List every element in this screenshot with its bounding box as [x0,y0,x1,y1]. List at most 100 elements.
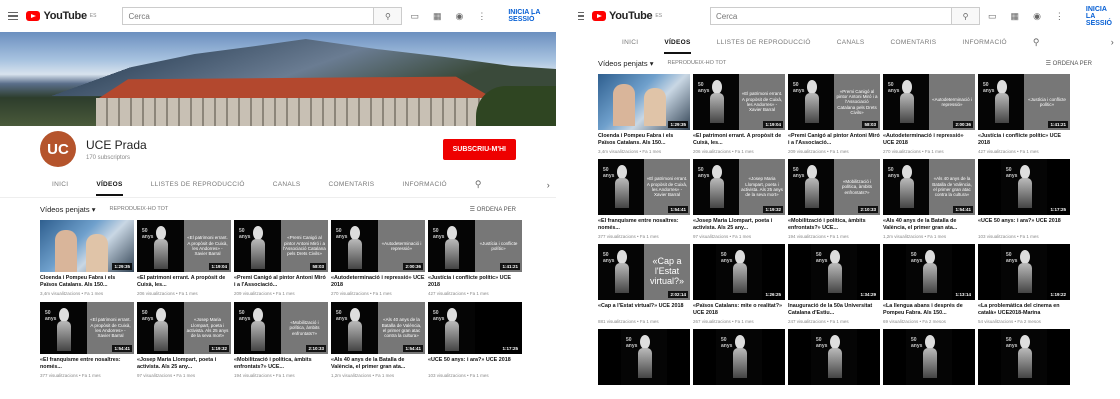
tab-comments[interactable]: COMENTARIS [891,39,937,46]
more-icon[interactable]: ⋮ [477,11,486,22]
video-thumbnail[interactable]: 50 anys «Premi Canigó al pintor Antoni Mir… [234,220,328,272]
search-input[interactable] [711,8,952,24]
channel-search-icon[interactable]: ⚲ [475,179,482,190]
video-thumbnail[interactable]: 50 anys «Premi Canigó al pintor Antoni Mir… [788,74,880,130]
video-thumbnail[interactable]: 50 anys «Autodeterminació i repressió» 2:00… [883,74,975,130]
tab-comments[interactable]: COMENTARIS [329,181,375,188]
play-all-link[interactable]: REPRODUEIX-HO TOT [109,206,168,212]
video-card[interactable]: 50 anys «El patrimoni errant. A propòsit d… [598,159,690,239]
tab-about[interactable]: INFORMACIÓ [402,181,447,188]
video-title[interactable]: «El franquisme entre nosaltres: només... [40,357,134,371]
video-thumbnail[interactable]: 50 anys «Cap a l'Estat virtual?» 2:02:14 [598,244,690,300]
video-card[interactable]: 50 anys «Als 40 anys de la Batalla de Valè… [883,159,975,239]
search-input[interactable] [123,8,374,24]
video-title[interactable]: «El patrimoni errant. A propòsit de Cuix… [137,275,231,289]
video-title[interactable]: «Països Catalans: mite o realitat?» UCE … [693,303,785,317]
video-thumbnail[interactable]: 50 anys [693,329,785,385]
video-title[interactable]: «Als 40 anys de la Batalla de València, … [883,218,975,232]
uploads-title[interactable]: Vídeos penjats ▾ [598,59,653,68]
avatar[interactable]: UC [40,131,76,167]
video-card[interactable]: 50 anys «Mobilització i política, àmbits e… [788,159,880,239]
sort-button[interactable]: ☰ ORDENA PER [470,206,516,213]
tab-videos[interactable]: VÍDEOS [664,31,691,54]
chat-icon[interactable]: ◉ [456,11,464,22]
video-thumbnail[interactable]: 50 anys 1:17:25 [428,302,522,354]
video-card[interactable]: 50 anys 1:34:29 Inauguració de la 50a Unive… [788,244,880,324]
menu-icon[interactable] [8,11,19,21]
video-title[interactable]: Cloenda i Pompeu Fabra i els Països Cata… [598,133,690,147]
video-card[interactable]: 50 anys [978,329,1070,385]
video-thumbnail[interactable]: 50 anys «El patrimoni errant. A propòsit d… [598,159,690,215]
video-thumbnail[interactable]: 50 anys «El patrimoni errant. A propòsit d… [137,220,231,272]
video-thumbnail[interactable]: 50 anys 1:19:22 [978,244,1070,300]
menu-icon[interactable] [578,11,585,21]
video-thumbnail[interactable]: 50 anys [978,329,1070,385]
video-card[interactable]: 50 anys «Josep Maria Llompart, poeta i act… [137,302,231,378]
search-button[interactable]: ⚲ [951,8,980,24]
video-thumbnail[interactable]: 50 anys «Josep Maria Llompart, poeta i act… [693,159,785,215]
video-title[interactable]: Inauguració de la 50a Universitat Catala… [788,303,880,317]
video-title[interactable]: «Premi Canigó al pintor Antoni Miró i a … [788,133,880,147]
video-thumbnail[interactable]: 50 anys [883,329,975,385]
chevron-right-icon[interactable]: › [1111,37,1114,47]
tab-videos[interactable]: VÍDEOS [96,173,123,196]
video-title[interactable]: «El franquisme entre nosaltres: només... [598,218,690,232]
apps-icon[interactable]: ▦ [433,11,442,22]
video-thumbnail[interactable]: 50 anys «El patrimoni errant. A propòsit d… [40,302,134,354]
video-thumbnail[interactable]: 50 anys «Justícia i conflicte polític» 1:41… [978,74,1070,130]
video-thumbnail[interactable]: 50 anys 1:34:29 [788,244,880,300]
video-title[interactable]: «La llengua abans i després de Pompeu Fa… [883,303,975,317]
video-card[interactable]: 50 anys «Justícia i conflicte polític» 1:41… [978,74,1070,154]
video-card[interactable]: 50 anys «Josep Maria Llompart, poeta i act… [693,159,785,239]
video-title[interactable]: «Mobilització i política, àmbits enfront… [788,218,880,232]
video-card[interactable]: 50 anys [788,329,880,385]
video-thumbnail[interactable]: 50 anys 1:26:25 [693,244,785,300]
sign-in-link[interactable]: INICIA LA SESSIÓ [508,9,548,23]
video-card[interactable]: 50 anys «Als 40 anys de la Batalla de Valè… [331,302,425,378]
tab-home[interactable]: INICI [622,39,638,46]
video-card[interactable]: 1:29:35 Cloenda i Pompeu Fabra i els Païs… [598,74,690,154]
video-card[interactable]: 50 anys [883,329,975,385]
video-thumbnail[interactable]: 50 anys «Mobilització i política, àmbits e… [788,159,880,215]
video-thumbnail[interactable]: 50 anys «El patrimoni errant. A propòsit d… [693,74,785,130]
video-thumbnail[interactable]: 50 anys «Mobilització i política, àmbits e… [234,302,328,354]
video-thumbnail[interactable]: 1:29:35 [598,74,690,130]
video-camera-icon[interactable]: ▭ [410,11,419,22]
video-card[interactable]: 50 anys 1:17:25 «UCE 50 anys: i ara?» UCE 2… [978,159,1070,239]
video-card[interactable]: 50 anys 1:19:22 «La problemàtica del cinema… [978,244,1070,324]
video-card[interactable]: 50 anys «El patrimoni errant. A propòsit d… [40,302,134,378]
video-card[interactable]: 50 anys «Autodeterminació i repressió» 2:00… [883,74,975,154]
video-title[interactable]: «Als 40 anys de la Batalla de València, … [331,357,425,371]
video-card[interactable]: 50 anys «Autodeterminació i repressió» 2:00… [331,220,425,296]
tab-home[interactable]: INICI [52,181,68,188]
video-title[interactable]: «Justícia i conflicte polític» UCE 2018 [978,133,1070,147]
video-title[interactable]: «La problemàtica del cinema en català» U… [978,303,1070,317]
sign-in-link[interactable]: INICIA LA SESSIÓ [1086,6,1112,27]
video-card[interactable]: 50 anys [693,329,785,385]
video-card[interactable]: 50 anys «Mobilització i política, àmbits e… [234,302,328,378]
video-card[interactable]: 1:29:35 Cloenda i Pompeu Fabra i els Païs… [40,220,134,296]
video-title[interactable]: «Autodeterminació i repressió» UCE 2018 [883,133,975,147]
video-title[interactable]: Cloenda i Pompeu Fabra i els Països Cata… [40,275,134,289]
video-thumbnail[interactable]: 50 anys 1:17:25 [978,159,1070,215]
video-thumbnail[interactable]: 50 anys [788,329,880,385]
subscribe-button[interactable]: SUBSCRIU-M'HI [442,138,516,160]
video-card[interactable]: 50 anys [598,329,690,385]
video-title[interactable]: «Josep Maria Llompart, poeta i activista… [137,357,231,371]
video-title[interactable]: «Cap a l'Estat virtual?» UCE 2018 [598,303,690,317]
video-card[interactable]: 50 anys «Premi Canigó al pintor Antoni Mir… [234,220,328,296]
video-title[interactable]: «Mobilització i política, àmbits enfront… [234,357,328,371]
tab-about[interactable]: INFORMACIÓ [962,39,1007,46]
uploads-title[interactable]: Vídeos penjats ▾ [40,205,95,214]
video-card[interactable]: 50 anys 1:26:25 «Països Catalans: mite o re… [693,244,785,324]
video-title[interactable]: «Premi Canigó al pintor Antoni Miró i a … [234,275,328,289]
video-thumbnail[interactable]: 50 anys «Josep Maria Llompart, poeta i act… [137,302,231,354]
tab-playlists[interactable]: LLISTES DE REPRODUCCIÓ [717,39,811,46]
youtube-logo[interactable]: YouTube ES [26,10,96,22]
chat-icon[interactable]: ◉ [1033,11,1041,22]
video-camera-icon[interactable]: ▭ [988,11,997,22]
video-title[interactable]: «Autodeterminació i repressió» UCE 2018 [331,275,425,289]
play-all-link[interactable]: REPRODUEIX-HO TOT [667,60,726,66]
more-icon[interactable]: ⋮ [1055,11,1064,22]
video-title[interactable]: «Josep Maria Llompart, poeta i activista… [693,218,785,232]
